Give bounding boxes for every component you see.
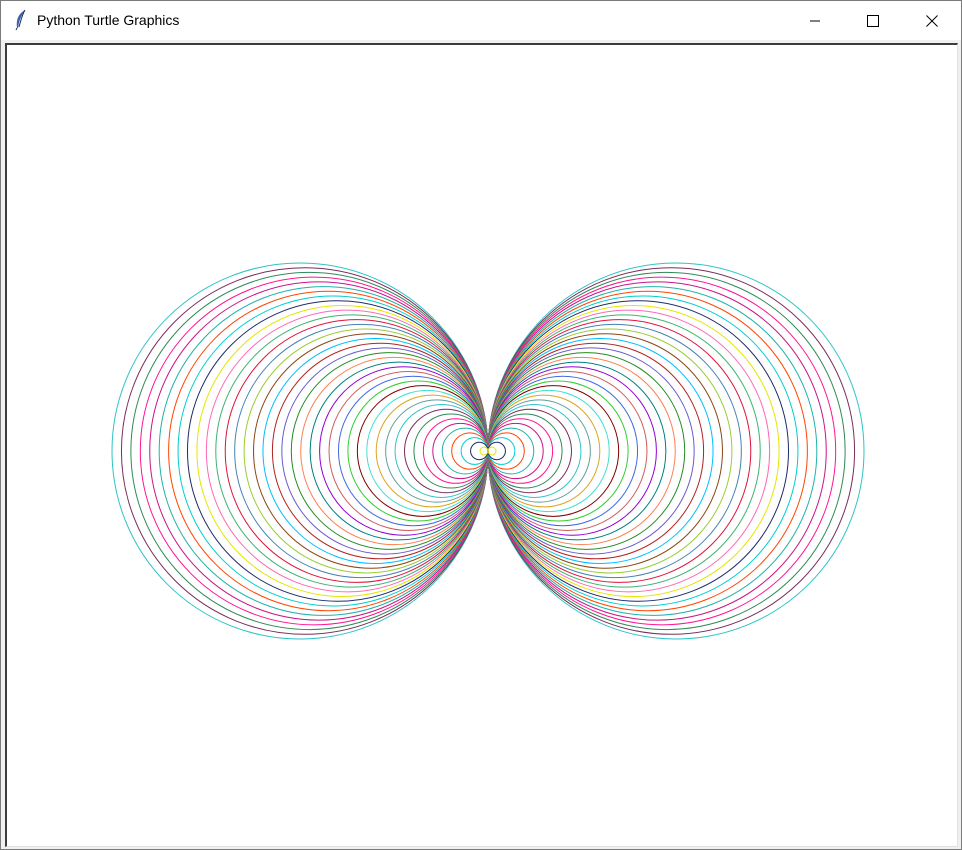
left-circle	[479, 446, 489, 456]
title-bar[interactable]: Python Turtle Graphics	[1, 1, 961, 40]
left-circle	[347, 380, 489, 522]
left-circle	[394, 404, 489, 498]
left-circle	[319, 366, 489, 536]
left-circle	[356, 385, 489, 517]
turtle-canvas[interactable]	[5, 43, 958, 847]
right-circle	[487, 366, 657, 536]
left-circle	[328, 371, 489, 531]
right-circle	[487, 437, 516, 465]
feather-icon	[13, 9, 29, 31]
maximize-icon	[867, 14, 879, 27]
right-circle	[487, 385, 620, 517]
left-circle	[470, 441, 489, 461]
right-circle	[487, 380, 629, 522]
minimize-button[interactable]	[786, 1, 844, 40]
right-circle	[487, 441, 506, 461]
turtle-drawing	[111, 262, 865, 640]
window-title: Python Turtle Graphics	[37, 12, 180, 28]
left-circle	[441, 427, 489, 475]
right-circle	[487, 446, 497, 456]
right-circle	[487, 389, 610, 513]
left-circle	[385, 399, 489, 503]
right-circle	[487, 404, 582, 498]
close-button[interactable]	[903, 1, 961, 40]
right-circle	[487, 408, 572, 494]
close-icon	[926, 14, 938, 27]
maximize-button[interactable]	[844, 1, 902, 40]
right-circle	[487, 427, 535, 475]
left-circle	[404, 408, 489, 494]
minimize-icon	[809, 15, 821, 27]
left-circle	[460, 437, 489, 465]
turtle-window: Python Turtle Graphics	[0, 0, 962, 850]
right-circle	[487, 371, 648, 531]
right-circle	[487, 399, 591, 503]
left-circle	[366, 389, 489, 513]
